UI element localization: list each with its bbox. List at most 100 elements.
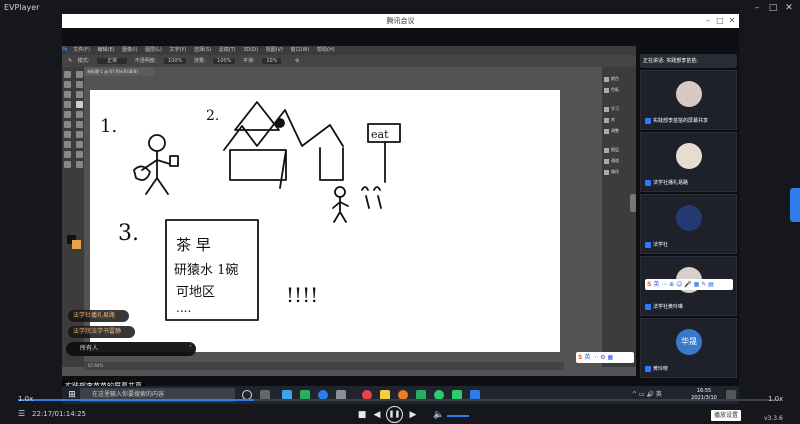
ps-canvas[interactable]: 1. 2. 3. eat 茶 早 研猿水 1碗 可地区 .... !!!! <box>90 90 560 352</box>
avatar <box>676 143 702 169</box>
marquee-tool-icon[interactable] <box>76 71 83 78</box>
panel-libraries[interactable]: 库 <box>602 114 636 125</box>
sign-text: eat <box>371 128 389 141</box>
participant-tile[interactable]: 法学社播礼易路 <box>640 132 737 192</box>
ps-menu-item[interactable]: 视图(V) <box>266 47 283 53</box>
gear-icon[interactable]: ⚙ <box>295 58 299 64</box>
meeting-window: 腾讯会议 – □ ✕ Ps 文件(F) 编辑(E) 图像(I) 图层(L) 文字… <box>62 14 739 404</box>
dodge-tool-icon[interactable] <box>76 131 83 138</box>
ps-menu-item[interactable]: 文字(Y) <box>169 47 186 53</box>
hand-tool-icon[interactable] <box>64 161 71 168</box>
ps-menu-item[interactable]: 窗口(W) <box>291 47 310 53</box>
stick-figure-head <box>148 134 166 152</box>
panel-paths[interactable]: 路径 <box>602 166 636 177</box>
progress-bar[interactable] <box>0 397 800 403</box>
participant-tile[interactable]: S英 ⋯ ⊕ ☺ 🎤 ▦ ✎ ▤ 法学社黄玲琳 <box>640 256 737 316</box>
document-tab[interactable]: 未标题-1 @ 67.6%(RGB/8) <box>84 67 154 76</box>
brush-tool-icon[interactable] <box>76 101 83 108</box>
participant-name: 法学社 <box>653 242 669 248</box>
speed-right[interactable]: 1.0x <box>768 395 783 403</box>
ps-menu-item[interactable]: 编辑(E) <box>98 47 115 53</box>
next-icon[interactable]: ▶ <box>407 409 419 421</box>
panel-color[interactable]: 颜色 <box>602 73 636 84</box>
opacity-label: 不透明度: <box>134 58 157 64</box>
background-color-swatch[interactable] <box>72 240 81 249</box>
user-icon <box>645 241 651 248</box>
card-line-2: 研猿水 1碗 <box>174 262 238 278</box>
previous-icon[interactable]: ◀ <box>371 409 383 421</box>
menu-icon[interactable]: ☰ <box>18 409 25 418</box>
flow-field[interactable]: 100% <box>213 58 236 64</box>
panel-learn[interactable]: 学习 <box>602 103 636 114</box>
ps-menu-item[interactable]: 帮助(H) <box>317 47 335 53</box>
move-tool-icon[interactable] <box>64 71 71 78</box>
ps-menu-item[interactable]: 3D(D) <box>243 47 258 53</box>
opacity-field[interactable]: 100% <box>163 58 187 64</box>
speed-left[interactable]: 1.0x <box>18 395 33 403</box>
stamp-tool-icon[interactable] <box>64 111 71 118</box>
meeting-minimize-icon[interactable]: – <box>702 14 714 28</box>
wand-tool-icon[interactable] <box>76 81 83 88</box>
lasso-tool-icon[interactable] <box>64 81 71 88</box>
minimize-icon[interactable]: – <box>750 1 764 15</box>
blur-tool-icon[interactable] <box>64 131 71 138</box>
volume-icon[interactable]: 🔈 <box>433 409 445 421</box>
participant-tile[interactable]: 法学社 <box>640 194 737 254</box>
healing-tool-icon[interactable] <box>64 101 71 108</box>
stick-figure-body <box>141 150 171 195</box>
ime-toolbar[interactable]: S英 ⋯ ⚙ ▦ <box>576 352 634 363</box>
chevron-down-icon[interactable]: ˅ <box>189 342 192 356</box>
participant-name: 法学社黄玲琳 <box>653 304 684 310</box>
crop-tool-icon[interactable] <box>64 91 71 98</box>
side-panel-handle[interactable] <box>790 188 800 222</box>
evplayer-window: EVPlayer – □ ✕ 腾讯会议 – □ ✕ Ps 文件(F) 编辑(E)… <box>0 0 800 424</box>
chat-input[interactable]: 所有人 ˅ <box>66 342 196 356</box>
chat-recipient[interactable]: 所有人 <box>80 345 98 352</box>
path-select-icon[interactable] <box>64 151 71 158</box>
ps-menu-item[interactable]: 滤镜(T) <box>219 47 236 53</box>
zoom-tool-icon[interactable] <box>76 161 83 168</box>
maximize-icon[interactable]: □ <box>766 1 780 15</box>
close-icon[interactable]: ✕ <box>782 1 796 15</box>
pause-button[interactable]: ❚❚ <box>386 406 403 423</box>
ps-menu-item[interactable]: 选择(S) <box>194 47 211 53</box>
ps-menu-item[interactable]: 文件(F) <box>73 47 90 53</box>
pen-tool-icon[interactable] <box>64 141 71 148</box>
panel-layers[interactable]: 图层 <box>602 144 636 155</box>
castle-flag <box>275 118 285 128</box>
small-figure-head <box>334 186 346 198</box>
participant-tile[interactable]: 华晟 黄玲晓 <box>640 318 737 378</box>
screen-share-icon <box>645 117 651 124</box>
chat-bubble: 法学院法学书雷静 <box>68 326 136 338</box>
ps-menu-item[interactable]: 图层(L) <box>145 47 162 53</box>
volume-slider[interactable] <box>447 415 469 417</box>
smoothing-field[interactable]: 10% <box>262 58 282 64</box>
user-icon <box>645 365 651 372</box>
type-tool-icon[interactable] <box>76 141 83 148</box>
panel-adjustments[interactable]: 调整 <box>602 125 636 136</box>
shared-screen: Ps 文件(F) 编辑(E) 图像(I) 图层(L) 文字(Y) 选择(S) 滤… <box>62 46 636 376</box>
mode-select[interactable]: 正常 <box>97 58 128 64</box>
panel-channels[interactable]: 通道 <box>602 155 636 166</box>
exclamation-marks: !!!! <box>286 283 318 307</box>
eraser-tool-icon[interactable] <box>64 121 71 128</box>
stop-icon[interactable]: ■ <box>356 409 368 421</box>
gradient-tool-icon[interactable] <box>76 121 83 128</box>
number-3: 3. <box>118 221 139 246</box>
history-brush-icon[interactable] <box>76 111 83 118</box>
ps-menu-item[interactable]: 图像(I) <box>122 47 137 53</box>
shape-tool-icon[interactable] <box>76 151 83 158</box>
meeting-maximize-icon[interactable]: □ <box>714 14 726 28</box>
sogou-icon: S <box>578 354 583 361</box>
brush-icon[interactable]: ✎ <box>68 58 72 64</box>
meeting-close-icon[interactable]: ✕ <box>726 14 738 28</box>
collapse-arrow-icon[interactable] <box>630 194 636 212</box>
avatar: 华晟 <box>676 329 702 355</box>
participant-tile[interactable]: 实践部李苗苗的屏幕共享 <box>640 70 737 130</box>
avatar <box>676 81 702 107</box>
mode-label: 模式: <box>77 58 90 64</box>
ime-toolbar[interactable]: S英 ⋯ ⊕ ☺ 🎤 ▦ ✎ ▤ <box>645 279 733 290</box>
eyedropper-tool-icon[interactable] <box>76 91 83 98</box>
panel-swatches[interactable]: 色板 <box>602 84 636 95</box>
speaking-indicator: 正在讲话: 实践部李苗苗; <box>640 54 737 68</box>
